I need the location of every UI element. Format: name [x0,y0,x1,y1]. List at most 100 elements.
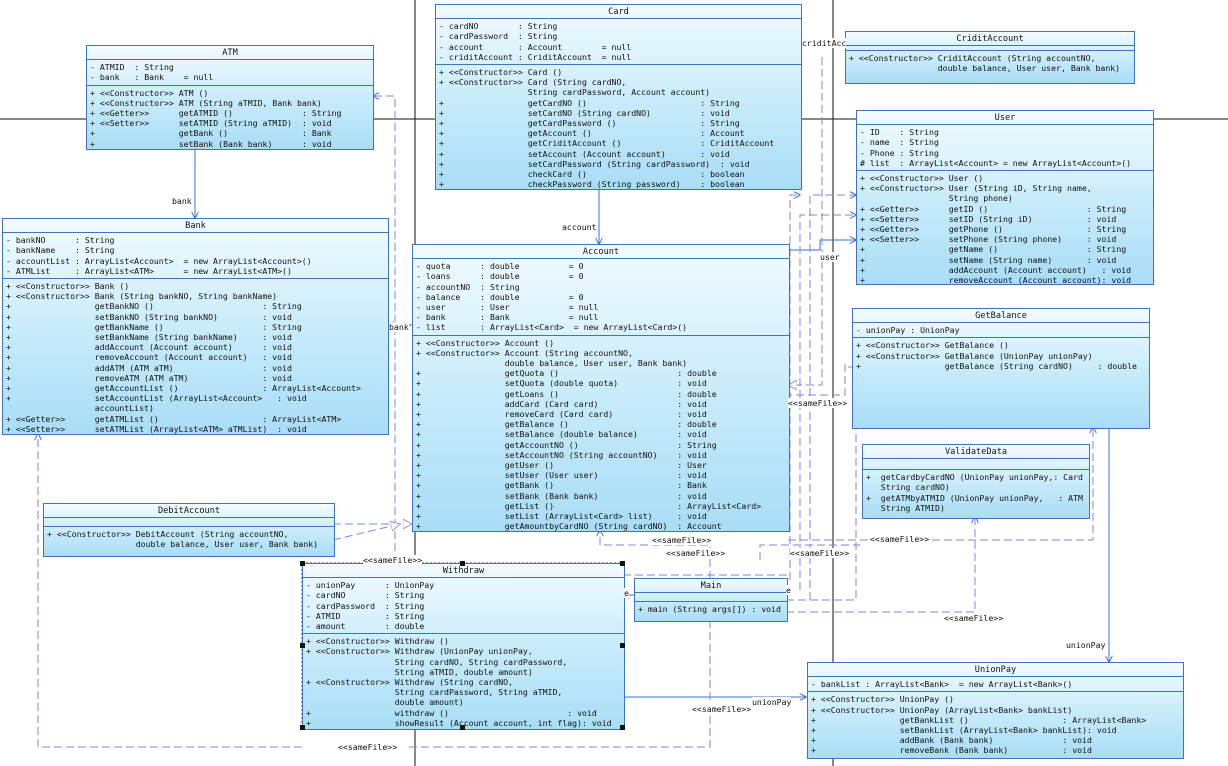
operation-row: + <<Constructor>> ATM (String aTMID, Ban… [90,97,322,108]
class-withdraw[interactable]: Withdraw - unionPay : UnionPay - cardNO … [302,563,625,730]
class-get-balance[interactable]: GetBalance - unionPay : UnionPay + <<Con… [852,308,1150,429]
stereotype-label: <<sameFile>> [944,613,1004,623]
role-label-e-left: e [624,588,629,598]
class-main-title: Main [635,579,787,594]
operation-row: double balance, User user, Bank bank) [849,63,1121,74]
stereotype-label: <<sameFile>> [790,548,850,558]
operation-row: accountList) [6,403,154,414]
operation-row: + <<Getter>> getATMList () : ArrayList<A… [6,413,342,424]
selection-handle[interactable] [620,561,625,566]
class-get-balance-title: GetBalance [853,309,1149,324]
operation-row: double balance, User user, Bank bank) [416,358,688,369]
dep-withdraw-card [789,195,800,580]
dep-getbalance-user [788,364,846,396]
selection-handle[interactable] [300,725,305,730]
class-union-pay[interactable]: UnionPay - bankList : ArrayList<Bank> = … [807,662,1184,759]
operation-row: + <<Setter>> setID (String iD) : void [860,213,1117,224]
operation-row: + <<Constructor>> CriditAccount (String … [849,53,1096,64]
operation-row: + getBankList () : ArrayList<Bank> [811,714,1147,725]
operation-row: + <<Getter>> getID () : String [860,203,1127,214]
class-validate-data-title: ValidateData [863,445,1089,460]
operation-row: + getBank () : Bank [90,128,332,139]
attribute-row: - ID : String [860,127,939,138]
class-main[interactable]: Main + main (String args[]) : void [634,578,788,622]
attribute-row: - accountList : ArrayList<Account> = new… [6,255,312,266]
operation-row: + <<Constructor>> DebitAccount (String a… [47,529,289,540]
class-card-title: Card [436,5,801,20]
class-account-title: Account [413,245,789,260]
operation-row: double balance, User user, Bank bank) [47,539,319,550]
operation-row: + <<Constructor>> Card (String cardNO, [439,77,627,88]
class-union-pay-operations: + <<Constructor>> UnionPay () + <<Constr… [808,692,1183,757]
class-bank-title: Bank [3,219,388,234]
class-bank[interactable]: Bank - bankNO : String - bankName : Stri… [2,218,389,435]
selection-handle[interactable] [620,643,625,648]
attribute-row: - balance : double = 0 [416,291,584,302]
class-atm-title: ATM [87,46,373,61]
operation-row: + setCardNO (String cardNO) : void [439,107,730,118]
operation-row: + removeCard (Card card) : void [416,409,707,420]
operation-row: + getCriditAccount () : CriditAccount [439,138,775,149]
attribute-row: - cardNO : String [306,590,425,601]
operation-row: + <<Constructor>> Card () [439,67,563,78]
attribute-row: - bankNO : String [6,235,115,246]
operation-row: + setAccount (Account account) : void [439,148,730,159]
class-bank-attributes: - bankNO : String - bankName : String - … [3,233,388,280]
selection-handle[interactable] [620,725,625,730]
stereotype-label: <<sameFile>> [338,742,398,752]
operation-row: + addBank (Bank bank) : void [811,735,1092,746]
attribute-row: - criditAccount : CriditAccount = null [439,51,632,62]
attribute-row: - bank : Bank = null [90,72,214,83]
stereotype-label: <<sameFile>> [666,548,726,558]
attribute-row: # list : ArrayList<Account> = new ArrayL… [860,157,1132,168]
class-account[interactable]: Account - quota : double = 0 - loans : d… [412,244,790,532]
class-user[interactable]: User - ID : String - name : String - Pho… [856,110,1154,285]
attribute-row: - account : Account = null [439,41,632,52]
operation-row: + setBank (Bank bank) : void [90,138,332,149]
class-union-pay-attributes: - bankList : ArrayList<Bank> = new Array… [808,677,1183,693]
class-cridit-account[interactable]: CriditAccount + <<Constructor>> CriditAc… [845,31,1135,84]
attribute-row: - ATMID : String [306,610,425,621]
operation-row: + <<Setter>> setATMList (ArrayList<ATM> … [6,423,307,434]
operation-row: + <<Constructor>> Withdraw (UnionPay uni… [306,646,533,657]
dep-withdraw-bank [38,434,302,748]
class-cridit-account-operations: + <<Constructor>> CriditAccount (String … [846,51,1134,75]
attribute-row: - bank : Bank = null [416,312,599,323]
selection-handle[interactable] [460,725,465,730]
attribute-row: - user : User = null [416,302,599,313]
class-user-attributes: - ID : String - name : String - Phone : … [857,125,1153,172]
class-union-pay-title: UnionPay [808,663,1183,678]
operation-row: + <<Getter>> getATMID () : String [90,108,342,119]
stereotype-label: <<sameFile>> [363,555,423,565]
operation-row: + getBank () : Bank [416,480,707,491]
dep-main-validate [786,517,975,613]
selection-handle[interactable] [460,561,465,566]
operation-row: String cardPassword, String aTMID, [306,687,563,698]
operation-row: + setBank (Bank bank) : void [416,490,707,501]
selection-handle[interactable] [300,561,305,566]
class-atm[interactable]: ATM - ATMID : String - bank : Bank = nul… [86,45,374,150]
operation-row: + <<Constructor>> Bank () [6,281,130,292]
selection-handle[interactable] [300,643,305,648]
attribute-row: - ATMList : ArrayList<ATM> = new ArrayLi… [6,265,292,276]
operation-row: + setQuota (double quota) : void [416,378,707,389]
operation-row: + getAccount () : Account [439,128,745,139]
operation-row: + addCard (Card card) : void [416,398,707,409]
class-withdraw-title: Withdraw [303,564,624,579]
class-validate-data[interactable]: ValidateData + getCardbyCardNO (UnionPay… [862,444,1090,519]
class-card[interactable]: Card - cardNO : String - cardPassword : … [435,4,802,190]
operation-row: + <<Constructor>> Account (String accoun… [416,347,633,358]
attribute-row: - cardPassword : String [439,31,558,42]
operation-row: + setBankName (String bankName) : void [6,332,292,343]
operation-row: + checkCard () : boolean [439,169,745,180]
role-label-union-pay-withdraw: unionPay [752,697,792,707]
class-atm-attributes: - ATMID : String - bank : Bank = null [87,60,373,86]
operation-row: + getAccountList () : ArrayList<Account> [6,383,361,394]
stereotype-label: <<sameFile>> [870,534,930,544]
operation-row: + getName () : String [860,244,1127,255]
attribute-row: - Phone : String [860,147,939,158]
attribute-row: - list : ArrayList<Card> = new ArrayList… [416,322,688,333]
operation-row: + getCardNO () : String [439,97,740,108]
operation-row: + <<Constructor>> GetBalance (UnionPay u… [856,350,1093,361]
class-debit-account[interactable]: DebitAccount + <<Constructor>> DebitAcco… [43,503,335,557]
